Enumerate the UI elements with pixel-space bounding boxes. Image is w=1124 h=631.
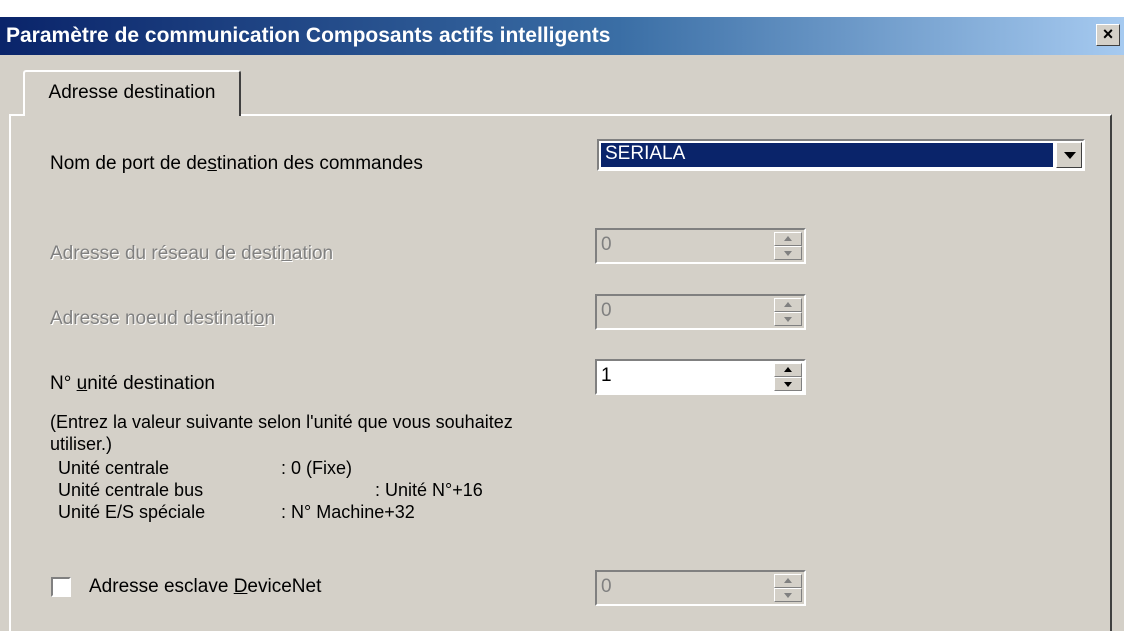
unit-number-value: 1 [601,365,612,386]
window-title: Paramètre de communication Composants ac… [6,24,611,47]
spin-up-icon[interactable] [774,363,802,377]
network-address-label: Adresse du réseau de destination [50,243,334,264]
node-address-value: 0 [601,300,612,321]
network-address-spin-buttons [774,232,802,260]
communication-settings-dialog: Paramètre de communication Composants ac… [0,0,1124,631]
port-label: Nom de port de destination des commandes [50,153,423,174]
node-address-label: Adresse noeud destination [50,308,276,329]
spin-down-icon[interactable] [774,312,802,326]
spin-up-icon[interactable] [774,298,802,312]
close-icon: × [1102,24,1114,44]
node-address-spin-buttons [774,298,802,326]
spin-down-icon[interactable] [774,588,802,602]
network-address-stepper[interactable]: 0 [595,228,806,264]
devicenet-address-value: 0 [601,576,612,597]
devicenet-spin-buttons [774,574,802,602]
unit-number-spin-buttons [774,363,802,391]
spin-down-icon[interactable] [774,377,802,391]
spin-up-icon[interactable] [774,232,802,246]
devicenet-checkbox[interactable] [51,577,71,597]
tab-adresse-destination[interactable]: Adresse destination [23,70,241,116]
unit-number-stepper[interactable]: 1 [595,359,806,395]
spin-up-icon[interactable] [774,574,802,588]
unit-number-label: N° unité destination [50,373,216,394]
tab-label: Adresse destination [48,82,216,103]
help-row-name: Unité centrale [58,458,170,478]
help-row-name: Unité E/S spéciale [58,502,206,522]
devicenet-address-stepper[interactable]: 0 [595,570,806,606]
title-bar[interactable]: Paramètre de communication Composants ac… [0,17,1124,55]
help-row-value: : 0 (Fixe) [281,458,353,478]
spin-down-icon[interactable] [774,246,802,260]
chevron-down-icon[interactable] [1056,142,1082,168]
help-row-value: : Unité N°+16 [375,480,483,500]
devicenet-label[interactable]: Adresse esclave DeviceNet [89,576,321,598]
port-select[interactable]: SERIALA [597,139,1085,171]
top-strip [0,0,1124,17]
close-button[interactable]: × [1096,24,1120,46]
help-row-name: Unité centrale bus [58,480,204,500]
node-address-stepper[interactable]: 0 [595,294,806,330]
unit-help-text: (Entrez la valeur suivante selon l'unité… [50,412,513,454]
network-address-value: 0 [601,234,612,255]
port-select-value: SERIALA [601,143,1053,167]
help-row-value: : N° Machine+32 [281,502,415,522]
